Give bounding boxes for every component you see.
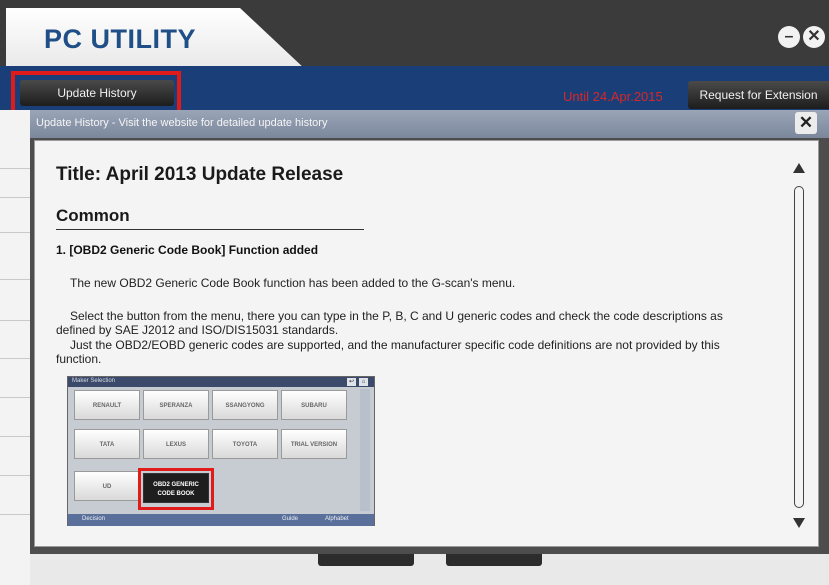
footer-label: Decision [82,516,106,522]
section-title: Common [56,206,130,225]
dialog-header: Update History - Visit the website for d… [30,110,829,138]
background-divider [0,358,30,359]
obd2-highlight-frame [138,468,214,510]
section-divider [56,229,364,230]
home-icon: ⌂ [359,378,368,386]
item-heading: 1. [OBD2 Generic Code Book] Function add… [56,243,319,257]
background-divider [0,168,30,169]
background-divider [0,197,30,198]
maker-cell: SPERANZA [143,390,209,420]
pc-utility-window: PC UTILITY – ✕ Update History Until 24.A… [0,0,829,585]
close-icon[interactable]: ✕ [795,112,817,134]
screenshot-scrollbar [360,389,370,511]
paragraph: Just the OBD2/EOBD generic codes are sup… [56,338,720,366]
maker-cell: TRIAL VERSION [281,429,347,459]
background-divider [0,436,30,437]
maker-cell: TATA [74,429,140,459]
paragraph: Select the button from the menu, there y… [56,309,723,337]
close-window-icon[interactable]: ✕ [803,26,825,48]
app-title: PC UTILITY [44,24,196,54]
maker-cell: SSANGYONG [212,390,278,420]
highlight-frame [11,71,181,114]
background-divider [0,475,30,476]
background-divider [0,397,30,398]
back-icon: ↩ [347,378,356,386]
footer-label: Guide [282,516,299,522]
minimize-icon[interactable]: – [778,26,800,48]
request-extension-button[interactable]: Request for Extension [688,81,829,109]
maker-cell: RENAULT [74,390,140,420]
maker-cell: UD [74,471,140,501]
maker-cell: TOYOTA [212,429,278,459]
vertical-scrollbar[interactable] [785,141,813,546]
screenshot-footer: Decision Guide Alphabet [68,514,374,526]
dialog-title: Update History - Visit the website for d… [36,117,328,129]
background-divider [0,279,30,280]
release-notes: Title: April 2013 Update Release Common … [35,141,780,546]
scroll-down-icon[interactable] [793,518,805,528]
maker-cell: LEXUS [143,429,209,459]
update-history-dialog: Update History - Visit the website for d… [30,110,829,554]
screenshot-header-text: Maker Selection [72,378,116,384]
background-divider [0,514,30,515]
scroll-up-icon[interactable] [793,163,805,173]
background-divider [0,320,30,321]
background-divider [0,232,30,233]
screenshot-header: Maker Selection ↩ ⌂ [68,377,374,387]
scroll-thumb[interactable] [794,186,804,508]
paragraph: The new OBD2 Generic Code Book function … [70,276,516,290]
license-expiry-text: Until 24.Apr.2015 [563,89,663,104]
maker-cell: SUBARU [281,390,347,420]
dialog-body: Title: April 2013 Update Release Common … [34,140,819,547]
footer-label: Alphabet [325,516,349,522]
document-title: Title: April 2013 Update Release [56,164,344,185]
embedded-screenshot: Maker Selection ↩ ⌂ RENAULT SPERANZA SSA… [67,376,375,526]
